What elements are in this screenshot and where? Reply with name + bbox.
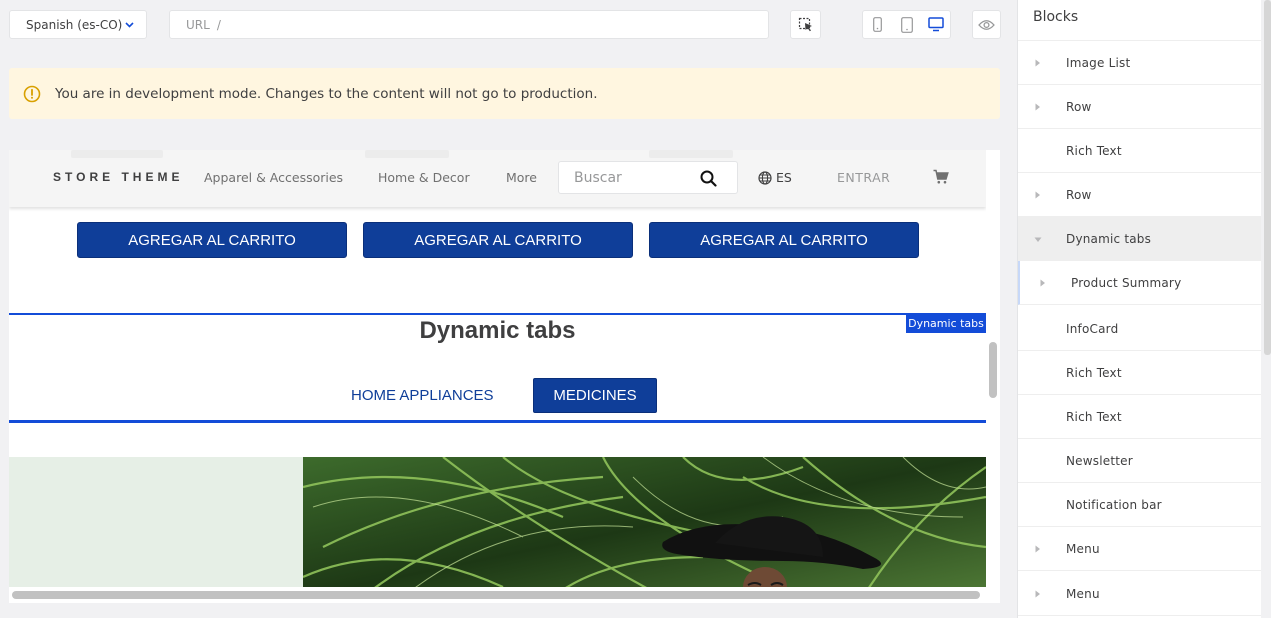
preview-horizontal-scrollbar[interactable] bbox=[12, 591, 980, 599]
block-item-dynamic-tabs[interactable]: Dynamic tabs bbox=[1018, 217, 1261, 261]
desktop-icon bbox=[927, 17, 944, 32]
tablet-button[interactable] bbox=[892, 11, 921, 38]
cart-icon[interactable] bbox=[933, 169, 949, 185]
block-highlight-bottom bbox=[9, 420, 986, 423]
caret-right-icon[interactable] bbox=[1035, 59, 1041, 67]
block-item-row[interactable]: Row bbox=[1018, 85, 1261, 129]
header-shadow-text bbox=[365, 150, 449, 158]
search-icon[interactable] bbox=[700, 170, 717, 187]
desktop-button[interactable] bbox=[921, 11, 950, 38]
block-item-row[interactable]: Row bbox=[1018, 173, 1261, 217]
mobile-icon bbox=[873, 17, 882, 32]
url-input[interactable]: URL / bbox=[169, 10, 769, 39]
block-item-notification-bar[interactable]: Notification bar bbox=[1018, 483, 1261, 527]
add-to-cart-button[interactable]: AGREGAR AL CARRITO bbox=[363, 222, 633, 258]
block-item-image-list[interactable]: Image List bbox=[1018, 41, 1261, 85]
preview-button[interactable] bbox=[972, 10, 1001, 39]
preview-vertical-scrollbar[interactable] bbox=[989, 342, 997, 398]
site-preview-viewport: STORE THEME Apparel & Accessories Home &… bbox=[9, 150, 986, 587]
block-item-newsletter[interactable]: Newsletter bbox=[1018, 439, 1261, 483]
caret-right-icon[interactable] bbox=[1035, 191, 1041, 199]
header-shadow-text bbox=[71, 150, 163, 158]
block-item-infocard[interactable]: InfoCard bbox=[1018, 307, 1261, 351]
dev-mode-message: You are in development mode. Changes to … bbox=[55, 85, 598, 102]
block-item-label: Rich Text bbox=[1066, 365, 1122, 380]
add-to-cart-button[interactable]: AGREGAR AL CARRITO bbox=[649, 222, 919, 258]
cursor-select-icon bbox=[798, 17, 812, 31]
hero-background-panel bbox=[9, 457, 303, 587]
block-item-label: Notification bar bbox=[1066, 497, 1162, 512]
block-item-label: Row bbox=[1066, 99, 1092, 114]
store-header: STORE THEME Apparel & Accessories Home &… bbox=[9, 150, 986, 207]
block-item-label: Rich Text bbox=[1066, 409, 1122, 424]
nav-item-apparel[interactable]: Apparel & Accessories bbox=[204, 170, 343, 185]
caret-right-icon[interactable] bbox=[1035, 545, 1041, 553]
store-search-placeholder: Buscar bbox=[574, 170, 622, 186]
url-path: / bbox=[216, 17, 221, 32]
dynamic-tabs-title: Dynamic tabs bbox=[419, 317, 576, 344]
block-item-rich-text[interactable]: Rich Text bbox=[1018, 395, 1261, 439]
block-item-label: Menu bbox=[1066, 541, 1100, 556]
dev-mode-banner: You are in development mode. Changes to … bbox=[9, 68, 1000, 119]
block-item-label: InfoCard bbox=[1066, 321, 1119, 336]
language-code: ES bbox=[776, 170, 792, 185]
nav-item-more[interactable]: More bbox=[506, 170, 537, 185]
inspect-button[interactable] bbox=[790, 10, 821, 39]
block-item-label: Row bbox=[1066, 187, 1092, 202]
caret-right-icon[interactable] bbox=[1035, 103, 1041, 111]
language-switcher[interactable]: ES bbox=[758, 170, 792, 185]
block-item-label: Newsletter bbox=[1066, 453, 1133, 468]
block-item-label: Dynamic tabs bbox=[1066, 231, 1152, 246]
device-switcher bbox=[862, 10, 951, 39]
store-logo[interactable]: STORE THEME bbox=[53, 170, 183, 184]
block-item-label: Rich Text bbox=[1066, 143, 1122, 158]
store-search-input[interactable]: Buscar bbox=[558, 161, 738, 194]
block-highlight-top bbox=[9, 313, 986, 315]
block-item-menu[interactable]: Menu bbox=[1018, 527, 1261, 571]
mobile-button[interactable] bbox=[863, 11, 892, 38]
login-link[interactable]: ENTRAR bbox=[837, 170, 890, 185]
site-preview-frame: STORE THEME Apparel & Accessories Home &… bbox=[9, 150, 1000, 603]
block-item-label: Menu bbox=[1066, 586, 1100, 601]
caret-down-icon[interactable] bbox=[1034, 237, 1042, 243]
locale-select[interactable]: Spanish (es-CO) bbox=[9, 10, 147, 39]
block-item-menu[interactable]: Menu bbox=[1018, 572, 1261, 616]
blocks-panel-scrollbar[interactable] bbox=[1264, 0, 1271, 355]
block-item-rich-text[interactable]: Rich Text bbox=[1018, 351, 1261, 395]
palm-woman-photo bbox=[303, 457, 986, 587]
eye-icon bbox=[978, 19, 995, 30]
caret-right-icon[interactable] bbox=[1040, 279, 1046, 287]
header-shadow-text bbox=[649, 150, 733, 158]
block-item-label: Image List bbox=[1066, 55, 1131, 70]
globe-icon bbox=[758, 170, 772, 185]
block-item-label: Product Summary bbox=[1071, 275, 1182, 290]
warning-icon bbox=[23, 85, 41, 102]
tab-home-appliances[interactable]: HOME APPLIANCES bbox=[351, 387, 494, 404]
block-item-rich-text[interactable]: Rich Text bbox=[1018, 129, 1261, 173]
caret-right-icon[interactable] bbox=[1035, 590, 1041, 598]
blocks-panel: Blocks Image List Row Rich Text Row Dyna… bbox=[1017, 0, 1261, 618]
editor-toolbar: Spanish (es-CO) URL / bbox=[0, 0, 1016, 50]
hero-image bbox=[303, 457, 986, 587]
chevron-down-icon bbox=[125, 22, 134, 28]
url-label: URL bbox=[186, 17, 210, 32]
tablet-icon bbox=[900, 16, 913, 33]
tab-medicines[interactable]: MEDICINES bbox=[533, 378, 657, 413]
blocks-panel-title: Blocks bbox=[1033, 9, 1079, 25]
nav-item-home-decor[interactable]: Home & Decor bbox=[378, 170, 470, 185]
block-item-product-summary[interactable]: Product Summary bbox=[1018, 261, 1261, 305]
locale-select-value: Spanish (es-CO) bbox=[26, 17, 123, 32]
add-to-cart-button[interactable]: AGREGAR AL CARRITO bbox=[77, 222, 347, 258]
